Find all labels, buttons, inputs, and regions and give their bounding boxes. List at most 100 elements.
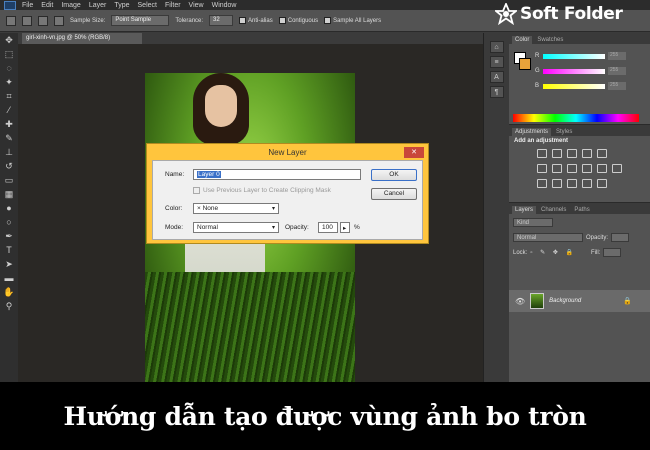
character-panel-icon[interactable]: A: [489, 71, 504, 83]
green-value[interactable]: 255: [608, 67, 626, 75]
vibrance-icon[interactable]: [597, 149, 607, 158]
levels-icon[interactable]: [552, 149, 562, 158]
brush-tool-icon[interactable]: ✎: [3, 133, 15, 144]
marquee-tool-icon[interactable]: ⬚: [3, 49, 15, 60]
layer-kind-filter[interactable]: Kind: [513, 218, 553, 227]
red-slider[interactable]: [543, 53, 605, 59]
move-tool-icon[interactable]: ✥: [3, 35, 15, 46]
blend-mode-select[interactable]: Normal: [513, 233, 583, 242]
document-tab[interactable]: girl-xinh-vn.jpg @ 50% (RGB/8): [22, 33, 142, 44]
contiguous-option[interactable]: Contiguous: [278, 16, 319, 25]
anti-alias-option[interactable]: Anti-alias: [239, 16, 273, 24]
healing-brush-icon[interactable]: ✚: [3, 119, 15, 130]
visibility-eye-icon[interactable]: 👁: [515, 297, 525, 306]
curves-icon[interactable]: [567, 149, 577, 158]
layer-opacity-input[interactable]: [611, 233, 630, 242]
lasso-tool-icon[interactable]: ◌: [3, 63, 15, 74]
exposure-icon[interactable]: [582, 149, 592, 158]
blue-slider[interactable]: [543, 83, 605, 89]
history-brush-icon[interactable]: ↺: [3, 161, 15, 172]
layer-row-background[interactable]: 👁 Background 🔒: [509, 290, 650, 312]
new-selection-icon[interactable]: [22, 15, 32, 26]
tolerance-input[interactable]: 32: [209, 15, 234, 26]
sample-all-layers-checkbox[interactable]: [324, 16, 332, 24]
brightness-contrast-icon[interactable]: [537, 149, 547, 158]
tab-swatches[interactable]: Swatches: [534, 36, 567, 44]
sample-size-select[interactable]: Point Sample: [111, 15, 170, 26]
red-value[interactable]: 255: [608, 52, 626, 60]
properties-panel-icon[interactable]: ≡: [489, 56, 504, 68]
clipping-mask-label: Use Previous Layer to Create Clipping Ma…: [203, 187, 331, 194]
background-color-swatch[interactable]: [519, 58, 531, 70]
mode-select[interactable]: Normal ▾: [193, 222, 279, 233]
add-selection-icon[interactable]: [38, 15, 48, 26]
subtract-selection-icon[interactable]: [54, 15, 64, 26]
eyedropper-tool-icon[interactable]: ⁄: [3, 105, 15, 116]
menu-item-type[interactable]: Type: [114, 2, 129, 9]
magic-wand-tool-icon[interactable]: [6, 15, 16, 26]
tab-color[interactable]: Color: [512, 36, 533, 44]
menu-item-file[interactable]: File: [22, 2, 33, 9]
selective-color-icon[interactable]: [597, 179, 607, 188]
menu-item-window[interactable]: Window: [212, 2, 237, 9]
contiguous-label: Contiguous: [287, 18, 319, 25]
close-icon[interactable]: ✕: [404, 147, 424, 158]
sample-all-layers-option[interactable]: Sample All Layers: [324, 16, 381, 24]
clone-stamp-icon[interactable]: ⊥: [3, 147, 15, 158]
tab-channels[interactable]: Channels: [538, 206, 570, 214]
menu-item-edit[interactable]: Edit: [41, 2, 53, 9]
cancel-button[interactable]: Cancel: [371, 188, 417, 200]
magic-wand-icon[interactable]: ✦: [3, 77, 15, 88]
dialog-titlebar[interactable]: New Layer ✕: [149, 146, 426, 159]
channel-mixer-icon[interactable]: [597, 164, 607, 173]
gradient-map-icon[interactable]: [582, 179, 592, 188]
pen-tool-icon[interactable]: ✒: [3, 231, 15, 242]
blur-tool-icon[interactable]: ●: [3, 203, 15, 214]
lock-icons[interactable]: ▫ ✎ ✥ 🔒: [530, 249, 576, 256]
path-selection-icon[interactable]: ➤: [3, 259, 15, 270]
menu-item-select[interactable]: Select: [138, 2, 157, 9]
tab-adjustments[interactable]: Adjustments: [512, 128, 552, 136]
fill-input[interactable]: [603, 248, 622, 257]
name-value: Layer 0: [197, 171, 221, 178]
color-balance-icon[interactable]: [552, 164, 562, 173]
contiguous-checkbox[interactable]: [278, 16, 286, 24]
menu-item-layer[interactable]: Layer: [89, 2, 107, 9]
black-white-icon[interactable]: [567, 164, 577, 173]
history-panel-icon[interactable]: ⌂: [489, 41, 504, 53]
crop-tool-icon[interactable]: ⌗: [3, 91, 15, 102]
opacity-input[interactable]: 100: [318, 222, 338, 233]
eraser-tool-icon[interactable]: ▭: [3, 175, 15, 186]
color-lookup-icon[interactable]: [612, 164, 622, 173]
tab-styles[interactable]: Styles: [553, 128, 576, 136]
opacity-arrow-button[interactable]: ▸: [340, 222, 350, 233]
color-spectrum-ramp[interactable]: [513, 114, 639, 122]
gradient-tool-icon[interactable]: ▦: [3, 189, 15, 200]
photo-filter-icon[interactable]: [582, 164, 592, 173]
zoom-tool-icon[interactable]: ⚲: [3, 301, 15, 312]
paragraph-panel-icon[interactable]: ¶: [489, 86, 504, 98]
dodge-tool-icon[interactable]: ○: [3, 217, 15, 228]
sample-size-label: Sample Size:: [70, 17, 106, 24]
clipping-mask-checkbox[interactable]: [193, 187, 200, 194]
tab-layers[interactable]: Layers: [512, 206, 537, 214]
menu-item-filter[interactable]: Filter: [165, 2, 181, 9]
green-slider[interactable]: [543, 68, 605, 74]
blue-value[interactable]: 255: [608, 82, 626, 90]
threshold-icon[interactable]: [567, 179, 577, 188]
hand-tool-icon[interactable]: ✋: [3, 287, 15, 298]
shape-tool-icon[interactable]: ▬: [3, 273, 15, 284]
anti-alias-checkbox[interactable]: [239, 16, 247, 24]
name-input[interactable]: Layer 0: [193, 169, 361, 180]
type-tool-icon[interactable]: T: [3, 245, 15, 256]
lock-row: Lock: ▫ ✎ ✥ 🔒 Fill:: [513, 248, 622, 257]
posterize-icon[interactable]: [552, 179, 562, 188]
tab-paths[interactable]: Paths: [571, 206, 593, 214]
menu-item-view[interactable]: View: [189, 2, 204, 9]
ok-button[interactable]: OK: [371, 169, 417, 181]
invert-icon[interactable]: [537, 179, 547, 188]
color-select[interactable]: × None ▾: [193, 203, 279, 214]
menu-item-image[interactable]: Image: [61, 2, 80, 9]
hue-saturation-icon[interactable]: [537, 164, 547, 173]
layer-name[interactable]: Background: [549, 298, 581, 304]
